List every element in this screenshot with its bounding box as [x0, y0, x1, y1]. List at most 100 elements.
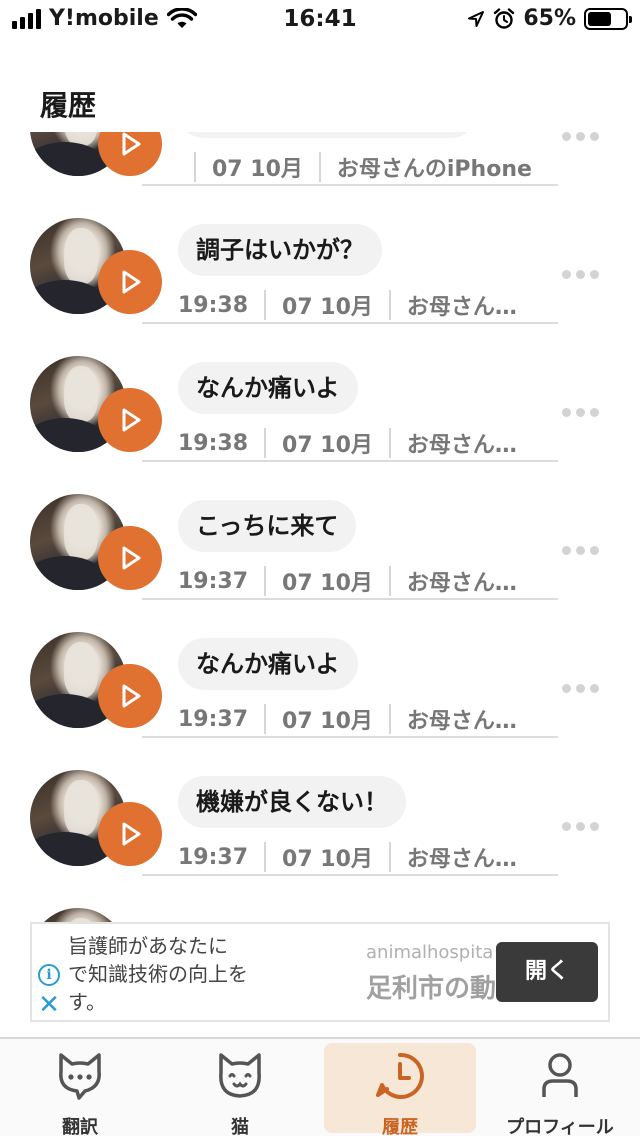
history-list-viewport[interactable]: 気を治う治かとないと！ 07 10月 お母さんのiPhone 調子はいかが？ 19:38… — [0, 132, 640, 1037]
more-options-button[interactable] — [562, 132, 599, 141]
meta-separator — [388, 704, 391, 734]
message-meta: 07 10月 お母さんのiPhone — [178, 150, 532, 184]
message-date: 07 10月 — [282, 709, 373, 734]
message-time: 19:37 — [178, 706, 249, 732]
message-device: お母さん… — [406, 571, 517, 596]
tab-cat[interactable]: 猫 — [164, 1043, 316, 1136]
translate-cat-icon — [59, 1053, 101, 1100]
meta-separator — [388, 428, 391, 458]
tab-history[interactable]: 履歴 — [324, 1043, 476, 1136]
page-title: 履歴 — [40, 89, 97, 122]
message-bubble[interactable]: 機嫌が良くない！ — [178, 776, 406, 828]
more-dot-icon — [576, 270, 585, 279]
play-icon — [122, 546, 141, 570]
meta-separator — [264, 842, 267, 872]
battery-percent: 65% — [523, 6, 576, 31]
meta-separator — [388, 566, 391, 596]
history-list: 気を治う治かとないと！ 07 10月 お母さんのiPhone 調子はいかが？ 19:38… — [0, 132, 640, 1014]
message-device: お母さん… — [406, 847, 517, 872]
more-dot-icon — [590, 408, 599, 417]
message-device: お母さん… — [406, 709, 517, 734]
tab-label: 猫 — [231, 1117, 249, 1136]
message-bubble[interactable]: なんか痛いよ — [178, 362, 358, 414]
play-icon — [122, 684, 141, 708]
status-bar: Y!mobile 16:41 65% — [0, 0, 640, 40]
message-time: 19:37 — [178, 844, 249, 870]
meta-separator — [388, 842, 391, 872]
ad-info-icon[interactable]: i — [38, 964, 60, 986]
history-item[interactable]: 機嫌が良くない！ 19:37 07 10月 お母さん… — [0, 738, 640, 876]
ad-open-button[interactable]: 開く — [496, 942, 598, 1002]
play-icon — [122, 822, 141, 846]
cat-face-icon — [219, 1053, 261, 1098]
more-dot-icon — [562, 408, 571, 417]
location-arrow-icon — [468, 10, 485, 27]
ad-banner[interactable]: i ✕ 旨護師があなたに で知識技術の向上を す。 animalhospita … — [30, 922, 610, 1022]
message-date: 07 10月 — [282, 847, 373, 872]
message-time: 19:38 — [178, 292, 249, 318]
more-dot-icon — [576, 132, 585, 141]
message-meta: 19:37 07 10月 お母さん… — [178, 702, 517, 736]
more-options-button[interactable] — [562, 270, 599, 279]
history-clock-icon — [376, 1052, 424, 1099]
more-dot-icon — [562, 270, 571, 279]
history-item[interactable]: なんか痛いよ 19:37 07 10月 お母さん… — [0, 600, 640, 738]
tab-label: 履歴 — [382, 1117, 418, 1136]
ad-advertiser: 足利市の動 — [366, 974, 497, 1004]
history-item[interactable]: 調子はいかが？ 19:38 07 10月 お母さん… — [0, 186, 640, 324]
meta-separator — [264, 290, 267, 320]
battery-fill — [588, 11, 612, 26]
message-time: 19:37 — [178, 568, 249, 594]
message-meta: 19:37 07 10月 お母さん… — [178, 840, 517, 874]
more-dot-icon — [576, 684, 585, 693]
meta-separator — [318, 152, 321, 182]
message-device: お母さん… — [406, 295, 517, 320]
more-dot-icon — [576, 408, 585, 417]
more-options-button[interactable] — [562, 822, 599, 831]
meta-separator — [264, 566, 267, 596]
play-button[interactable] — [98, 250, 162, 314]
more-options-button[interactable] — [562, 684, 599, 693]
more-dot-icon — [562, 546, 571, 555]
tab-label: プロフィール — [506, 1117, 614, 1136]
more-dot-icon — [562, 684, 571, 693]
more-dot-icon — [590, 270, 599, 279]
play-button[interactable] — [98, 802, 162, 866]
message-meta: 19:37 07 10月 お母さん… — [178, 564, 517, 598]
more-options-button[interactable] — [562, 546, 599, 555]
message-date: 07 10月 — [282, 433, 373, 458]
message-bubble[interactable]: 調子はいかが？ — [178, 224, 382, 276]
message-date: 07 10月 — [212, 157, 303, 182]
history-item[interactable]: 気を治う治かとないと！ 07 10月 お母さんのiPhone — [0, 132, 640, 186]
ad-text: 旨護師があなたに で知識技術の向上を す。 — [68, 934, 248, 1014]
more-dot-icon — [562, 132, 571, 141]
more-dot-icon — [590, 684, 599, 693]
message-meta: 19:38 07 10月 お母さん… — [178, 288, 517, 322]
history-item[interactable]: こっちに来て 19:37 07 10月 お母さん… — [0, 462, 640, 600]
meta-separator — [264, 704, 267, 734]
tab-bar: 翻訳 猫 履歴 プロフィール — [0, 1037, 640, 1136]
more-dot-icon — [590, 822, 599, 831]
play-button[interactable] — [98, 526, 162, 590]
message-bubble[interactable]: 気を治う治かとないと！ — [178, 132, 478, 138]
message-bubble[interactable]: こっちに来て — [178, 500, 357, 552]
profile-person-icon — [542, 1053, 578, 1097]
play-button[interactable] — [98, 664, 162, 728]
message-time: 19:38 — [178, 430, 249, 456]
message-device: お母さんのiPhone — [336, 157, 532, 182]
play-button[interactable] — [98, 388, 162, 452]
more-dot-icon — [590, 132, 599, 141]
message-device: お母さん… — [406, 433, 517, 458]
more-options-button[interactable] — [562, 408, 599, 417]
history-item[interactable]: なんか痛いよ 19:38 07 10月 お母さん… — [0, 324, 640, 462]
ad-close-icon[interactable]: ✕ — [38, 992, 60, 1018]
tab-label: 翻訳 — [62, 1117, 98, 1136]
more-dot-icon — [576, 546, 585, 555]
ad-domain: animalhospita — [366, 942, 494, 963]
play-icon — [122, 408, 141, 432]
meta-separator — [388, 290, 391, 320]
meta-separator — [194, 152, 196, 182]
tab-translate[interactable]: 翻訳 — [4, 1043, 156, 1136]
tab-profile[interactable]: プロフィール — [484, 1043, 636, 1136]
message-bubble[interactable]: なんか痛いよ — [178, 638, 358, 690]
